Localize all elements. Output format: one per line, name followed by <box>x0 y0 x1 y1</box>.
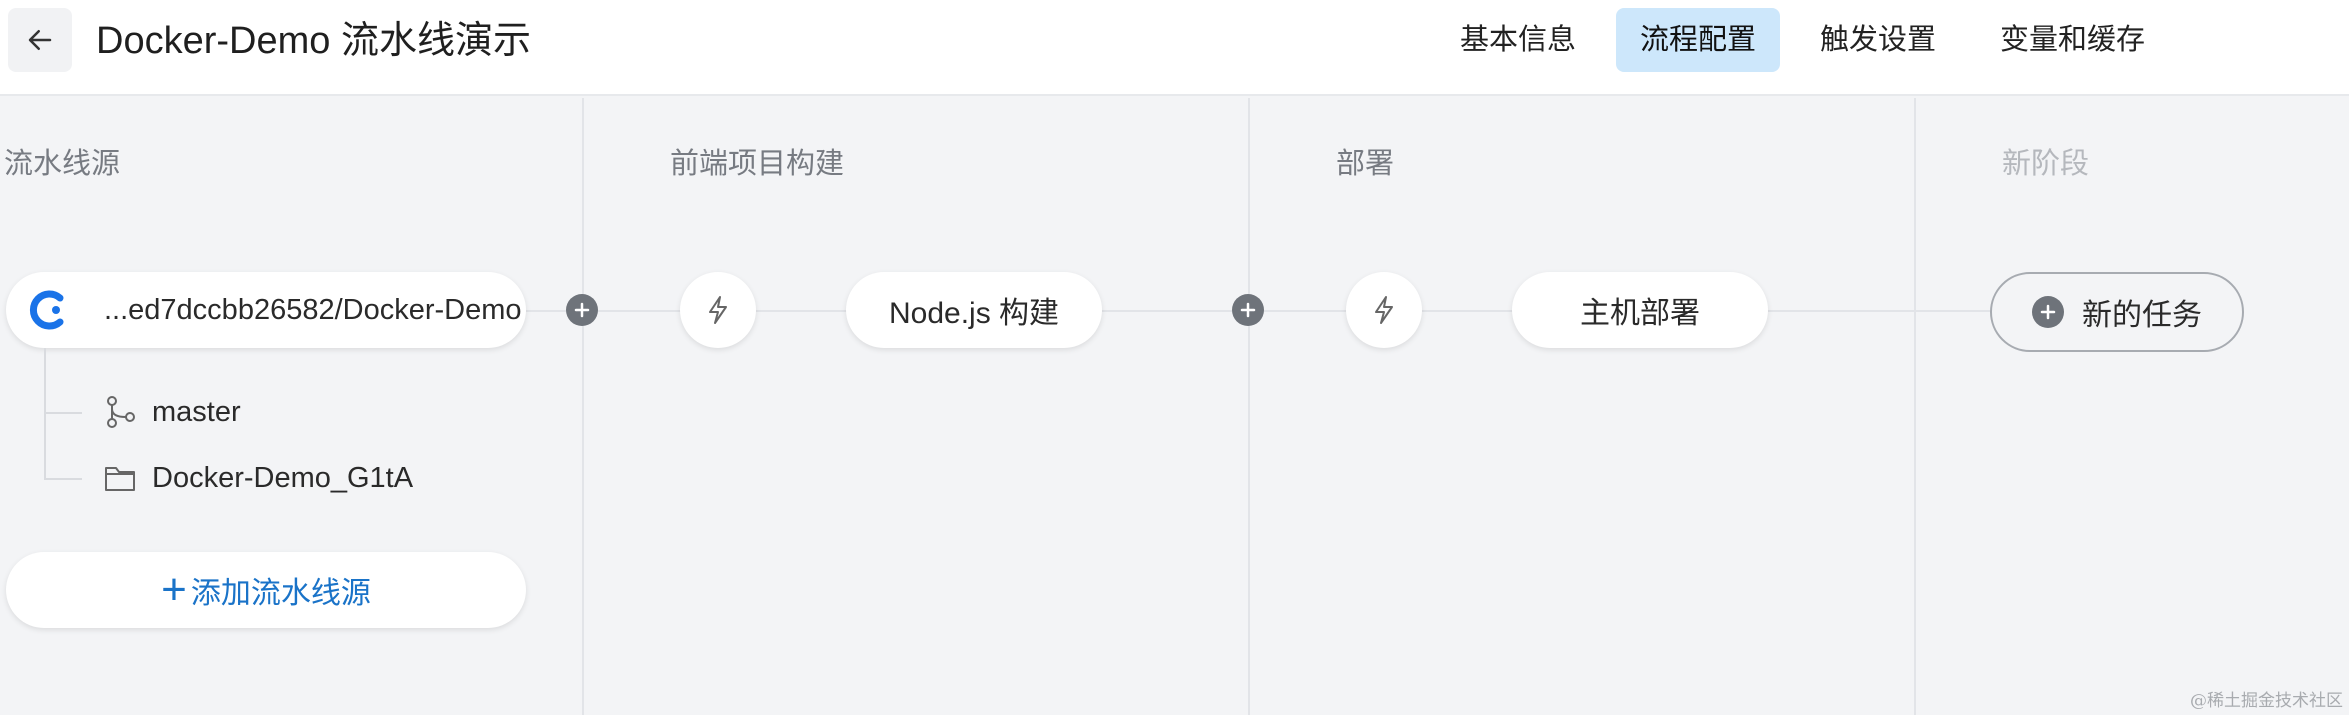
stage-divider <box>1914 98 1916 715</box>
new-task-button[interactable]: 新的任务 <box>1990 272 2244 352</box>
arrow-left-icon <box>28 30 52 50</box>
git-branch-icon <box>100 392 140 432</box>
add-pipeline-source-button[interactable]: + 添加流水线源 <box>6 552 526 628</box>
task-label: 主机部署 <box>1580 297 1700 330</box>
tab-flow-config[interactable]: 流程配置 <box>1615 8 1780 72</box>
connector-line <box>526 310 682 312</box>
stage-divider <box>1248 98 1250 715</box>
task-nodejs-build[interactable]: Node.js 构建 <box>846 272 1102 348</box>
branch-name: master <box>152 395 241 428</box>
stage-trigger-button[interactable] <box>680 272 756 348</box>
source-repo-name: ...ed7dccbb26582/Docker-Demo <box>104 293 522 326</box>
connector-line <box>756 310 848 312</box>
page-title: Docker-Demo 流水线演示 <box>96 20 531 62</box>
plus-icon <box>1240 302 1256 318</box>
stage-title-frontend-build: 前端项目构建 <box>670 148 845 180</box>
plus-icon: + <box>161 565 187 614</box>
watermark: @稀土掘金技术社区 <box>2190 691 2343 711</box>
lightning-icon <box>709 296 727 324</box>
task-host-deploy[interactable]: 主机部署 <box>1512 272 1768 348</box>
pipeline-source-card[interactable]: ...ed7dccbb26582/Docker-Demo <box>6 272 526 348</box>
add-stage-button[interactable] <box>1232 294 1264 326</box>
plus-icon <box>574 302 590 318</box>
back-button[interactable] <box>8 8 72 72</box>
tab-bar: 基本信息 流程配置 触发设置 变量和缓存 <box>1436 8 2169 72</box>
connector-line <box>1422 310 1514 312</box>
plus-circle-icon <box>2032 296 2064 328</box>
add-stage-button[interactable] <box>566 294 598 326</box>
stage-title-source: 流水线源 <box>4 148 121 180</box>
folder-icon <box>100 458 140 498</box>
connector-line <box>1102 310 1346 312</box>
tab-basic-info[interactable]: 基本信息 <box>1436 8 1600 72</box>
tab-variables-cache[interactable]: 变量和缓存 <box>1976 8 2169 72</box>
tree-line <box>44 478 82 480</box>
source-branch: master <box>100 392 241 432</box>
lightning-icon <box>1375 296 1393 324</box>
tab-trigger-settings[interactable]: 触发设置 <box>1796 8 1960 72</box>
folder-name: Docker-Demo_G1tA <box>152 461 414 494</box>
stage-title-new-stage[interactable]: 新阶段 <box>2002 140 2089 182</box>
stage-divider <box>582 98 584 715</box>
new-task-label: 新的任务 <box>2082 299 2202 332</box>
task-label: Node.js 构建 <box>888 297 1060 330</box>
stage-trigger-button[interactable] <box>1346 272 1422 348</box>
connector-line <box>1768 310 1992 312</box>
source-folder: Docker-Demo_G1tA <box>100 458 413 498</box>
header-bar: Docker-Demo 流水线演示 基本信息 流程配置 触发设置 变量和缓存 <box>0 0 2349 96</box>
tree-line <box>44 348 46 480</box>
codeup-logo-icon <box>29 290 64 330</box>
stage-title-deploy: 部署 <box>1336 148 1395 180</box>
tree-line <box>44 412 82 414</box>
add-source-label: 添加流水线源 <box>190 577 371 610</box>
